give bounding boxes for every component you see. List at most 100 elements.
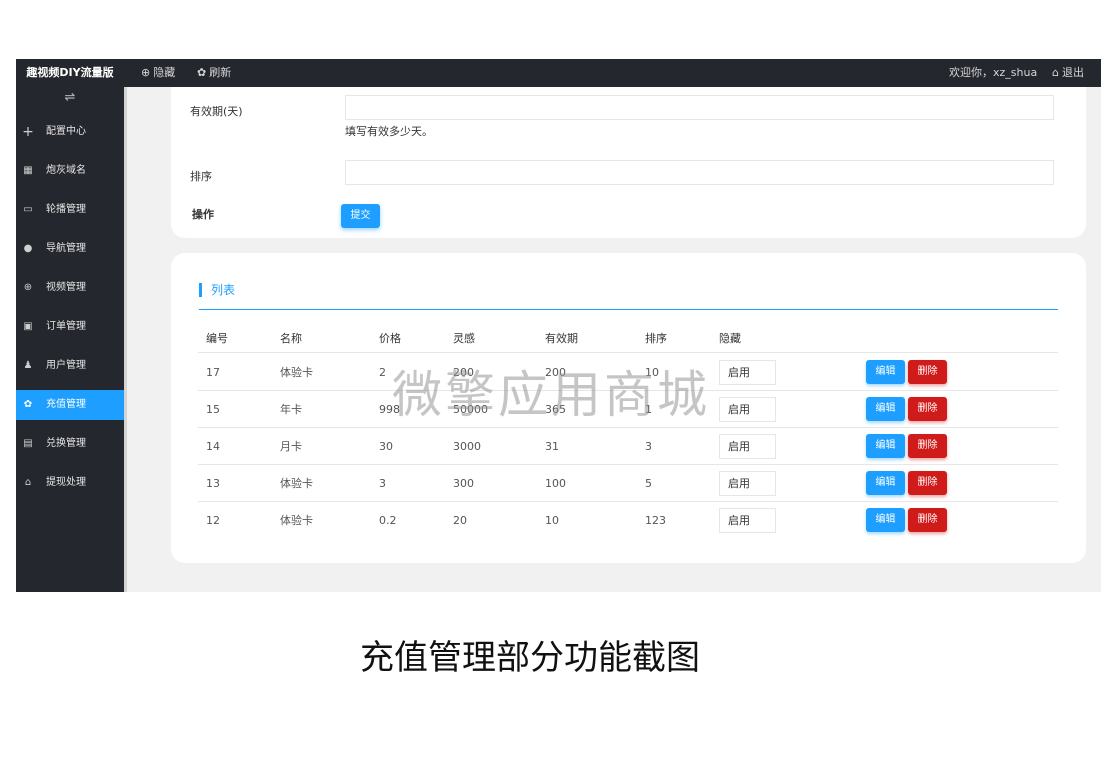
- cell-name: 体验卡: [280, 477, 313, 490]
- watermark-text: 微擎应用商城: [392, 366, 710, 424]
- sidebar-item-label: 炮灰域名: [46, 165, 86, 176]
- brand-title: 趣视频DIY流量版: [26, 66, 114, 79]
- hide-menu-button[interactable]: ⊕ 隐藏: [141, 59, 175, 87]
- cell-price: 0.2: [379, 514, 397, 527]
- recharge-form-card: 有效期(天) 填写有效多少天。 排序 操作 提交: [171, 87, 1086, 238]
- hidden-select[interactable]: 启用: [719, 434, 776, 459]
- app-screenshot: 趣视频DIY流量版 ⊕ 隐藏 ✿ 刷新 欢迎你，xz_shua ⌂ 退出 ⇌ + 配置…: [16, 59, 1101, 592]
- delete-button[interactable]: 删除: [908, 360, 947, 384]
- sidebar-item-domains[interactable]: ▦ 炮灰域名: [16, 156, 124, 186]
- sidebar-item-label: 兑换管理: [46, 438, 86, 449]
- sidebar-item-label: 轮播管理: [46, 204, 86, 215]
- sidebar-item-config-center[interactable]: + 配置中心: [16, 117, 124, 147]
- submit-button[interactable]: 提交: [341, 204, 380, 228]
- users-icon: ♟: [23, 360, 33, 371]
- globe-icon: ⊕: [141, 66, 151, 79]
- plus-icon: +: [22, 124, 34, 140]
- column-header: 有效期: [545, 332, 578, 345]
- cell-id: 17: [206, 366, 220, 379]
- delete-button[interactable]: 删除: [908, 397, 947, 421]
- edit-button[interactable]: 编辑: [866, 360, 905, 384]
- validity-input[interactable]: [345, 95, 1054, 120]
- validity-label: 有效期(天): [190, 105, 243, 118]
- sidebar-item-videos[interactable]: ⊕ 视频管理: [16, 273, 124, 303]
- sidebar-item-orders[interactable]: ▣ 订单管理: [16, 312, 124, 342]
- column-header: 编号: [206, 332, 228, 345]
- sidebar-item-exchange[interactable]: ▤ 兑换管理: [16, 429, 124, 459]
- top-bar: 趣视频DIY流量版 ⊕ 隐藏 ✿ 刷新 欢迎你，xz_shua ⌂ 退出: [16, 59, 1101, 87]
- cell-sort: 5: [645, 477, 652, 490]
- cell-inspiration: 300: [453, 477, 474, 490]
- home-icon: ⌂: [24, 477, 32, 488]
- validity-hint: 填写有效多少天。: [345, 125, 433, 138]
- sort-input[interactable]: [345, 160, 1054, 185]
- cell-price: 30: [379, 440, 393, 453]
- edit-button[interactable]: 编辑: [866, 508, 905, 532]
- ticket-icon: ▣: [23, 321, 33, 332]
- sidebar-toggle-icon[interactable]: ⇌: [16, 87, 124, 109]
- table-row: 12 体验卡 0.2 20 10 123 启用 编辑 删除: [198, 502, 1058, 539]
- delete-button[interactable]: 删除: [908, 508, 947, 532]
- hidden-select[interactable]: 启用: [719, 471, 776, 496]
- delete-button[interactable]: 删除: [908, 434, 947, 458]
- cell-inspiration: 20: [453, 514, 467, 527]
- grid-icon: ▦: [23, 165, 33, 176]
- sidebar-item-label: 配置中心: [46, 126, 86, 137]
- globe-icon: ⊕: [23, 282, 33, 293]
- refresh-button[interactable]: ✿ 刷新: [197, 59, 231, 87]
- sidebar-item-users[interactable]: ♟ 用户管理: [16, 351, 124, 381]
- cell-sort: 3: [645, 440, 652, 453]
- list-title-divider: [199, 309, 1058, 310]
- card-icon: ▭: [23, 204, 33, 215]
- column-header: 排序: [645, 332, 667, 345]
- logout-label: 退出: [1061, 66, 1084, 79]
- sidebar-item-navigation[interactable]: ● 导航管理: [16, 234, 124, 264]
- sidebar-item-label: 用户管理: [46, 360, 86, 371]
- list-title: 列表: [199, 283, 235, 297]
- cell-validity: 100: [545, 477, 566, 490]
- gear-icon: ✿: [23, 399, 33, 410]
- cell-price: 2: [379, 366, 386, 379]
- cell-name: 体验卡: [280, 514, 313, 527]
- column-header: 隐藏: [719, 332, 741, 345]
- cell-price: 3: [379, 477, 386, 490]
- hidden-select[interactable]: 启用: [719, 360, 776, 385]
- sidebar-item-label: 提现处理: [46, 477, 86, 488]
- caption-text: 充值管理部分功能截图: [360, 638, 700, 678]
- table-row: 13 体验卡 3 300 100 5 启用 编辑 删除: [198, 465, 1058, 502]
- cell-validity: 10: [545, 514, 559, 527]
- edit-button[interactable]: 编辑: [866, 471, 905, 495]
- gear-icon: ✿: [197, 66, 207, 79]
- welcome-text: 欢迎你，xz_shua: [949, 66, 1038, 79]
- cell-sort: 123: [645, 514, 666, 527]
- sidebar-item-label: 导航管理: [46, 243, 86, 254]
- sidebar-item-label: 充值管理: [46, 399, 86, 410]
- edit-button[interactable]: 编辑: [866, 434, 905, 458]
- hidden-select[interactable]: 启用: [719, 508, 776, 533]
- cell-id: 15: [206, 403, 220, 416]
- cell-validity: 31: [545, 440, 559, 453]
- column-header: 价格: [379, 332, 401, 345]
- table-header: 编号 名称 价格 灵感 有效期 排序 隐藏: [198, 325, 1058, 353]
- hidden-select[interactable]: 启用: [719, 397, 776, 422]
- sidebar-item-withdraw[interactable]: ⌂ 提现处理: [16, 468, 124, 498]
- wallet-icon: ▤: [23, 438, 33, 449]
- hide-label: 隐藏: [153, 66, 176, 79]
- sidebar-item-recharge[interactable]: ✿ 充值管理: [16, 390, 124, 420]
- sidebar-item-label: 视频管理: [46, 282, 86, 293]
- cell-name: 年卡: [280, 403, 302, 416]
- home-icon: ⌂: [1052, 66, 1059, 79]
- table-row: 14 月卡 30 3000 31 3 启用 编辑 删除: [198, 428, 1058, 465]
- column-header: 名称: [280, 332, 302, 345]
- main-content: 有效期(天) 填写有效多少天。 排序 操作 提交 列表 编号 名称 价格 灵感 …: [127, 87, 1101, 592]
- user-icon: ●: [23, 243, 33, 254]
- cell-inspiration: 3000: [453, 440, 481, 453]
- sidebar-item-carousel[interactable]: ▭ 轮播管理: [16, 195, 124, 225]
- logout-button[interactable]: ⌂ 退出: [1052, 59, 1084, 87]
- cell-id: 12: [206, 514, 220, 527]
- sort-label: 排序: [190, 170, 212, 183]
- column-header: 灵感: [453, 332, 475, 345]
- cell-id: 13: [206, 477, 220, 490]
- edit-button[interactable]: 编辑: [866, 397, 905, 421]
- delete-button[interactable]: 删除: [908, 471, 947, 495]
